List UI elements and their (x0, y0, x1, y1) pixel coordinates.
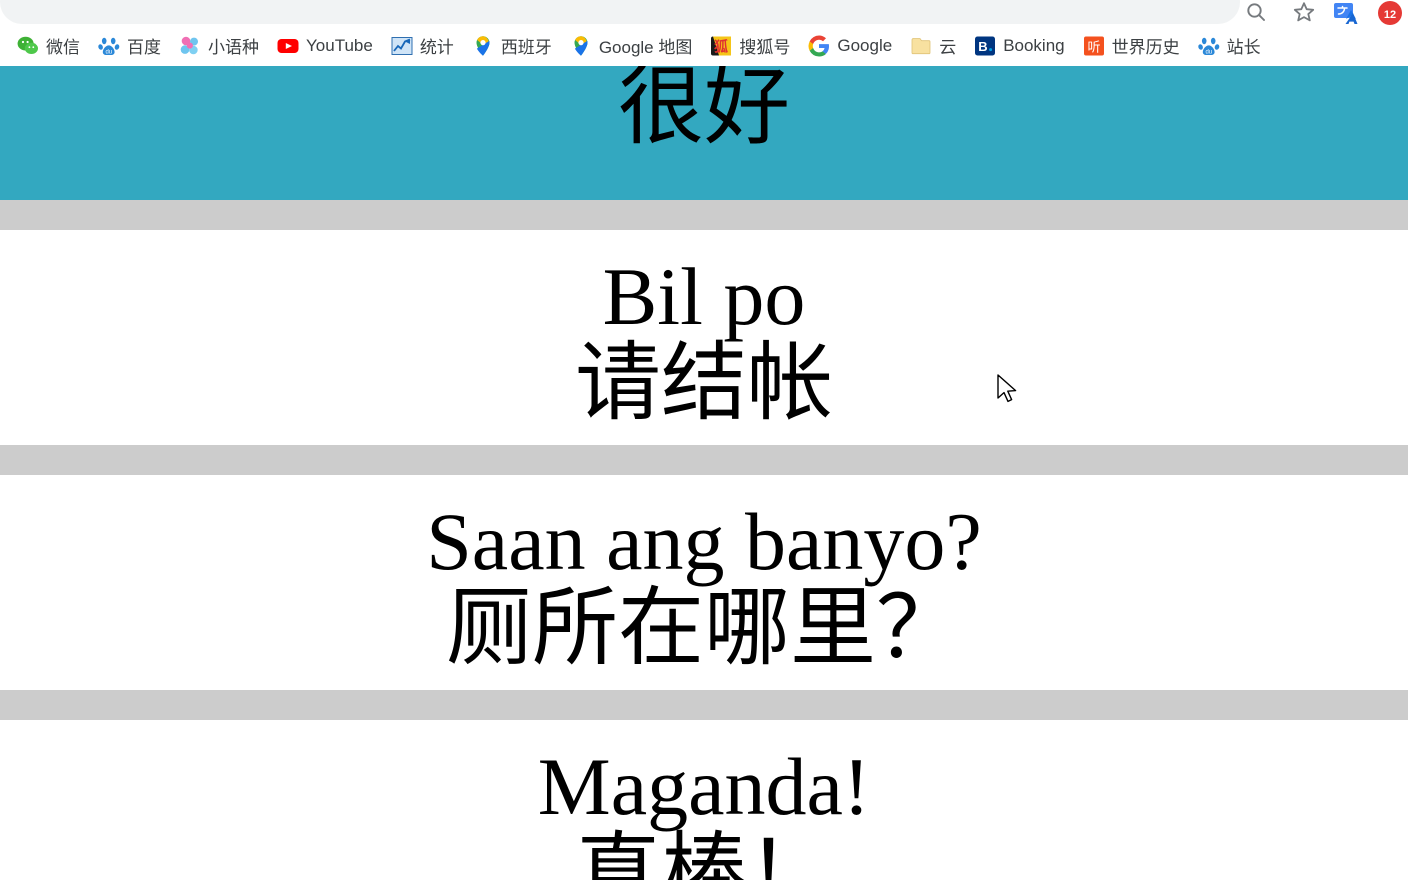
omnibox-row: tukkk.com/cg-tagalog/001.html (0, 0, 1408, 25)
ting-icon: 听 (1083, 35, 1105, 57)
bookmark-star-icon[interactable] (1292, 0, 1316, 24)
phrase-block: Bil po 请结帐 (0, 230, 1408, 445)
phrase-hanzi: 很好 (618, 66, 790, 156)
browser-chrome: tukkk.com/cg-tagalog/001.html (0, 0, 1408, 66)
bookmark-xiaoyuzhong[interactable]: 小语种 (170, 29, 268, 62)
xiaoyuzhong-icon (179, 35, 201, 57)
bookmark-label: 云 (939, 38, 957, 57)
svg-text:12: 12 (1384, 9, 1396, 21)
phrase-hanzi: 厕所在哪里？ (446, 580, 962, 677)
bookmark-youtube[interactable]: YouTube (268, 31, 382, 61)
bookmark-booking[interactable]: B Booking (965, 31, 1073, 61)
phrase-latin: Bil po (602, 251, 806, 342)
bookmark-label: 微信 (46, 38, 80, 57)
address-bar[interactable]: tukkk.com/cg-tagalog/001.html (0, 0, 1240, 24)
translate-extension-icon[interactable] (1332, 0, 1358, 25)
baidu-icon: du (98, 35, 120, 57)
bookmarks-bar: 微信 du 百度 小语种 YouTube 统计 西班牙 Google 地图 狐 … (0, 25, 1408, 66)
bookmark-google-maps[interactable]: Google 地图 (561, 29, 702, 62)
section-divider (0, 690, 1408, 720)
bookmark-sohu[interactable]: 狐 搜狐号 (701, 29, 799, 62)
phrase-hanzi: 真棒！ (575, 825, 833, 880)
svg-text:du: du (1205, 49, 1212, 55)
extension-icons: 12 (1332, 0, 1408, 25)
bookmark-world-history[interactable]: 听 世界历史 (1074, 29, 1189, 62)
bookmark-spain-maps[interactable]: 西班牙 (463, 29, 561, 62)
search-icon[interactable] (1244, 0, 1268, 24)
svg-text:B: B (978, 39, 987, 54)
google-g-icon (808, 35, 830, 57)
bookmark-label: 西班牙 (500, 38, 552, 57)
bookmark-label: YouTube (306, 35, 373, 55)
bookmark-label: 百度 (127, 38, 161, 57)
phrase-block: Saan ang banyo? 厕所在哪里？ (0, 475, 1408, 690)
bookmark-label: Google 地图 (598, 38, 693, 57)
phrase-block-highlighted: Magandang 很好 (0, 66, 1408, 200)
bookmark-statistics[interactable]: 统计 (382, 29, 463, 62)
svg-text:听: 听 (1087, 39, 1100, 54)
folder-icon (910, 35, 932, 57)
sohu-icon: 狐 (710, 35, 732, 57)
bookmark-wechat[interactable]: 微信 (8, 29, 89, 62)
bookmark-label: 统计 (419, 38, 454, 57)
bookmark-label: Booking (1003, 35, 1065, 55)
bookmark-label: Google (837, 35, 893, 55)
bookmark-label: 站长 (1226, 38, 1261, 57)
statistics-chart-icon (391, 35, 413, 57)
svg-text:狐: 狐 (714, 38, 728, 55)
address-bar-url[interactable]: tukkk.com/cg-tagalog/001.html (10, 0, 271, 1)
section-divider (0, 200, 1408, 230)
bookmark-cloud-folder[interactable]: 云 (901, 29, 965, 62)
svg-text:du: du (105, 49, 112, 55)
bookmark-label: 搜狐号 (739, 38, 791, 57)
phrase-latin: Maganda! (537, 741, 871, 832)
youtube-icon (277, 35, 299, 57)
section-divider (0, 445, 1408, 475)
phrase-hanzi: 请结帐 (575, 335, 833, 432)
bookmark-zhanzhang[interactable]: du 站长 (1189, 29, 1270, 62)
page-viewport: Magandang 很好 Bil po 请结帐 Saan ang banyo? … (0, 66, 1408, 880)
bookmark-label: 世界历史 (1111, 38, 1180, 57)
google-maps-pin-icon (570, 35, 592, 57)
booking-icon: B (974, 35, 996, 57)
phrase-block: Maganda! 真棒！ (0, 720, 1408, 880)
wechat-icon (17, 35, 39, 57)
baidu-icon: du (1197, 35, 1220, 57)
bookmark-label: 小语种 (208, 38, 259, 57)
notification-extension-icon[interactable]: 12 (1376, 0, 1402, 25)
bookmark-google[interactable]: Google (799, 31, 901, 61)
bookmark-baidu[interactable]: du 百度 (89, 29, 170, 62)
omnibox-actions (1244, 0, 1316, 25)
phrase-latin: Saan ang banyo? (426, 496, 982, 587)
google-maps-pin-icon (472, 35, 494, 57)
